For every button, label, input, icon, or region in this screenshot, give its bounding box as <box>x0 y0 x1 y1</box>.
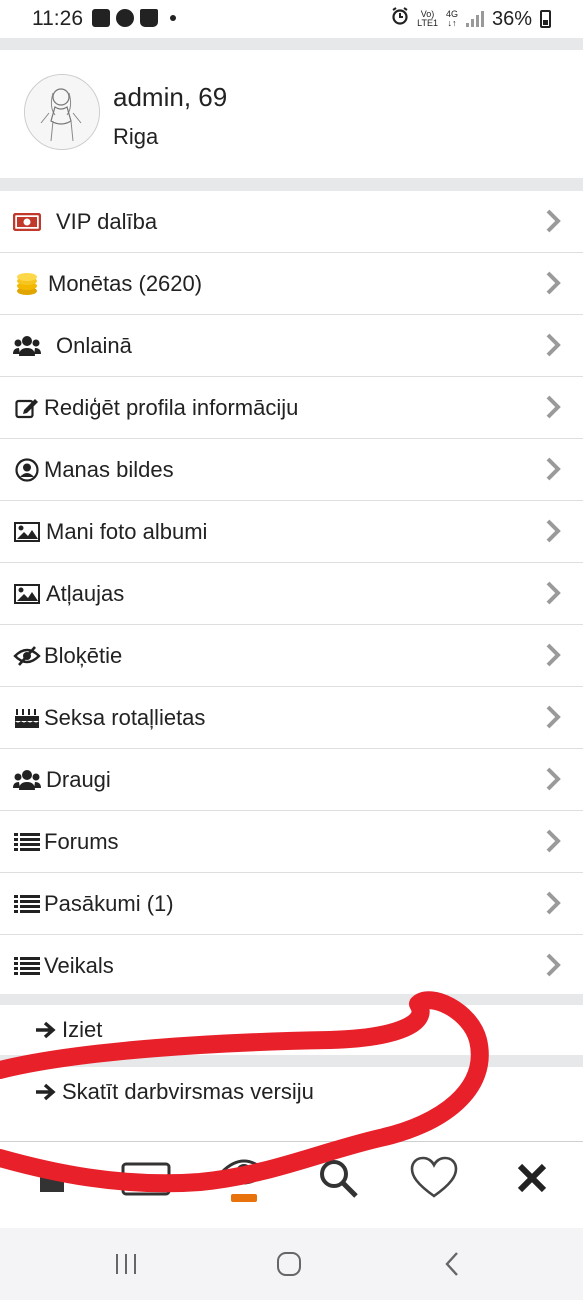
profile-city: Riga <box>113 124 159 149</box>
system-navigation-bar <box>0 1228 583 1300</box>
menu-item-label: Rediģēt profila informāciju <box>44 394 299 420</box>
list-icon <box>12 954 42 978</box>
menu-item-label: Bloķētie <box>44 642 123 668</box>
users-icon <box>12 334 42 358</box>
menu-item-my-photos[interactable]: Manas bildes <box>0 439 583 501</box>
users-icon <box>12 768 42 792</box>
status-time: 11:26 <box>32 7 83 30</box>
battery-icon <box>540 10 551 28</box>
notification-icons <box>92 9 176 27</box>
eye-icon[interactable] <box>214 1150 274 1206</box>
chevron-right-icon <box>546 271 561 295</box>
close-icon[interactable] <box>502 1150 562 1206</box>
more-notifications-icon <box>170 15 176 21</box>
menu-item-label: Pasākumi (1) <box>44 890 174 916</box>
money-icon <box>12 210 42 234</box>
chevron-right-icon <box>546 395 561 419</box>
search-icon[interactable] <box>308 1150 368 1206</box>
menu-item-edit-profile[interactable]: Rediģēt profila informāciju <box>0 377 583 439</box>
image-icon <box>12 582 42 606</box>
menu-item-vip[interactable]: VIP dalība <box>0 191 583 253</box>
section-divider <box>0 1055 583 1067</box>
alarm-icon <box>391 7 409 31</box>
back-icon[interactable] <box>432 1250 472 1278</box>
chevron-right-icon <box>546 457 561 481</box>
avatar[interactable] <box>24 74 100 150</box>
heart-icon[interactable] <box>404 1150 464 1206</box>
section-divider <box>0 178 583 191</box>
menu-item-label: Draugi <box>46 766 111 792</box>
menu-item-label: Atļaujas <box>46 580 125 606</box>
image-icon <box>12 520 42 544</box>
chevron-right-icon <box>546 953 561 977</box>
chevron-right-icon <box>546 829 561 853</box>
menu-item-label: Monētas (2620) <box>48 270 203 296</box>
menu-item-blocked[interactable]: Bloķētie <box>0 625 583 687</box>
desktop-version-label: Skatīt darbvirsmas versiju <box>62 1079 314 1104</box>
volte-indicator: Vo) LTE1 <box>417 9 438 28</box>
battery-level: 36% <box>491 7 532 30</box>
menu-item-permissions[interactable]: Atļaujas <box>0 563 583 625</box>
menu-item-coins[interactable]: Monētas (2620) <box>0 253 583 315</box>
menu-item-friends[interactable]: Draugi <box>0 749 583 811</box>
chevron-right-icon <box>546 891 561 915</box>
home-button-icon[interactable] <box>269 1250 309 1278</box>
network-indicator: 4G ↓↑ <box>445 9 458 28</box>
chevron-right-icon <box>546 209 561 233</box>
inbox-icon[interactable] <box>116 1150 176 1206</box>
chevron-right-icon <box>546 643 561 667</box>
menu-item-shop[interactable]: Veikals <box>0 935 583 997</box>
status-right: Vo) LTE1 4G ↓↑ 36% <box>391 7 551 31</box>
arrow-right-icon <box>36 1083 56 1101</box>
profile-header[interactable]: admin, 69 Riga <box>0 50 583 178</box>
list-icon <box>12 830 42 854</box>
menu-item-label: Onlainā <box>56 332 132 358</box>
edit-icon <box>12 396 42 420</box>
footer-links: Iziet Skatīt darbvirsmas versiju <box>0 1005 583 1117</box>
recent-apps-icon[interactable] <box>106 1250 146 1278</box>
menu-item-online[interactable]: Onlainā <box>0 315 583 377</box>
menu-item-label: Forums <box>44 828 119 854</box>
menu-item-forums[interactable]: Forums <box>0 811 583 873</box>
coins-icon <box>12 272 42 296</box>
chevron-right-icon <box>546 581 561 605</box>
chevron-right-icon <box>546 705 561 729</box>
signal-icon <box>465 11 484 27</box>
facebook-icon <box>116 9 134 27</box>
eye-slash-icon <box>12 644 42 668</box>
trello-icon <box>92 9 110 27</box>
chevron-right-icon <box>546 519 561 543</box>
section-divider <box>0 994 583 1005</box>
menu-item-label: Veikals <box>44 952 114 978</box>
chevron-right-icon <box>546 333 561 357</box>
profile-name: admin, 69 <box>113 82 228 112</box>
shopping-bag-icon <box>140 9 158 27</box>
menu-item-label: VIP dalība <box>56 208 158 234</box>
list-icon <box>12 892 42 916</box>
bottom-navigation <box>0 1141 583 1228</box>
birthday-cake-icon <box>12 706 42 730</box>
menu-item-photo-albums[interactable]: Mani foto albumi <box>0 501 583 563</box>
menu-item-events[interactable]: Pasākumi (1) <box>0 873 583 935</box>
section-divider <box>0 38 583 50</box>
menu-item-sex-toys[interactable]: Seksa rotaļlietas <box>0 687 583 749</box>
logout-label: Iziet <box>62 1017 103 1042</box>
desktop-version-link[interactable]: Skatīt darbvirsmas versiju <box>0 1067 583 1117</box>
account-menu: VIP dalība Monētas (2620) Onlainā Rediģē… <box>0 191 583 997</box>
menu-item-label: Seksa rotaļlietas <box>44 704 206 730</box>
logout-link[interactable]: Iziet <box>0 1005 583 1055</box>
chevron-right-icon <box>546 767 561 791</box>
home-icon[interactable] <box>22 1150 82 1206</box>
menu-item-label: Mani foto albumi <box>46 518 208 544</box>
status-bar: 11:26 Vo) LTE1 4G ↓↑ 36% <box>0 0 583 38</box>
arrow-right-icon <box>36 1021 56 1039</box>
user-circle-icon <box>12 457 42 482</box>
menu-item-label: Manas bildes <box>44 456 174 482</box>
